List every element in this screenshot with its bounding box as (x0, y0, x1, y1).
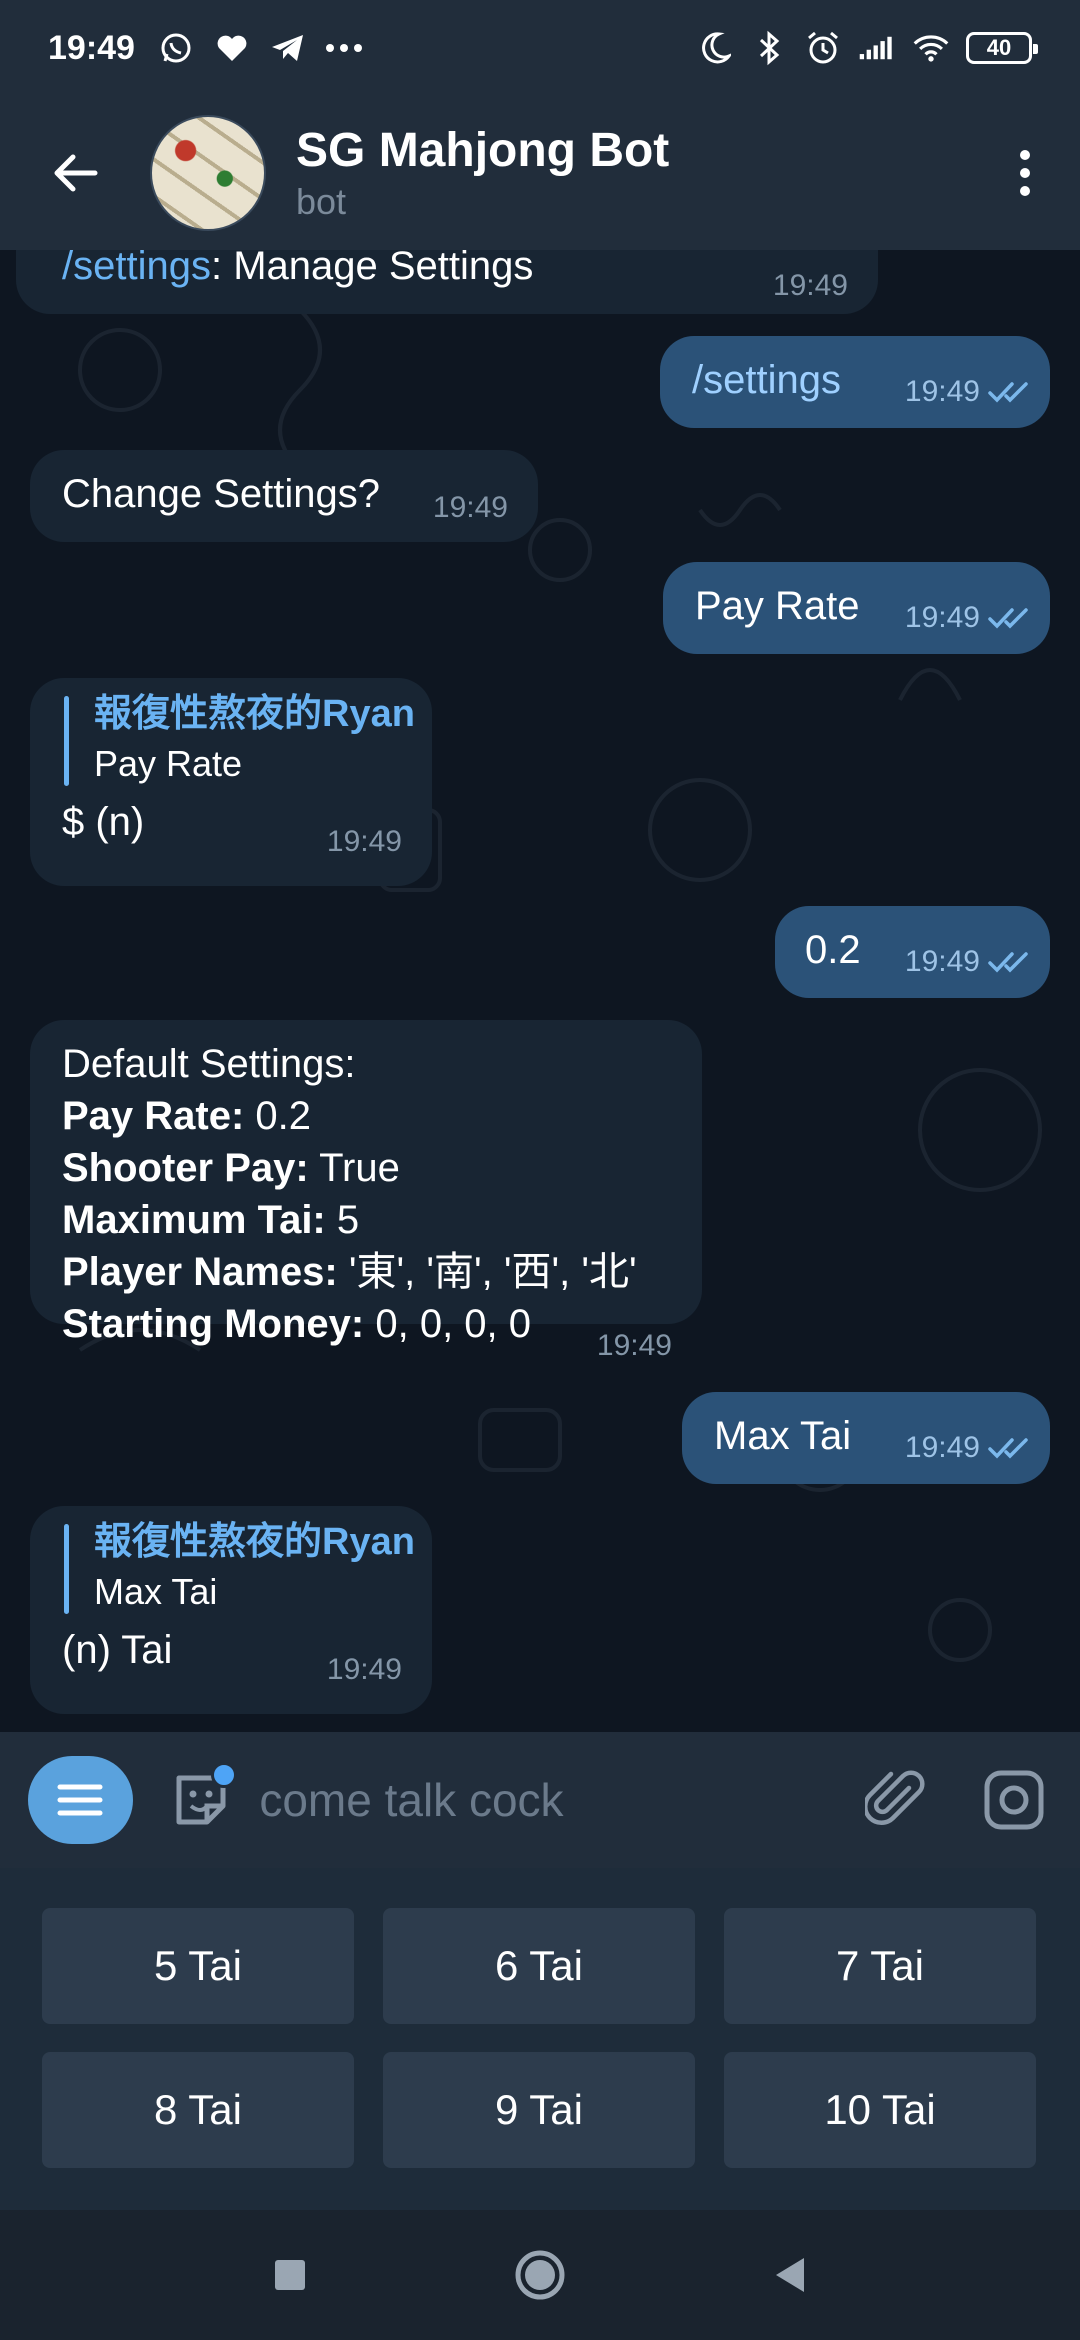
bot-menu-button[interactable] (28, 1756, 133, 1844)
command-link[interactable]: /settings (62, 250, 211, 288)
more-dots-icon (325, 29, 363, 67)
back-button[interactable] (0, 96, 150, 250)
message-time: 19:49 (326, 825, 402, 858)
message-time: 19:49 (772, 269, 848, 302)
message-text: Pay Rate (695, 584, 860, 628)
bot-reply-keyboard: 5 Tai 6 Tai 7 Tai 8 Tai 9 Tai 10 Tai (0, 1868, 1080, 2210)
keyboard-button-10-tai[interactable]: 10 Tai (724, 2052, 1036, 2168)
message-text: Max Tai (714, 1414, 852, 1458)
outgoing-message[interactable]: 0.2 19:49 (775, 906, 1050, 998)
avatar[interactable] (150, 115, 266, 231)
system-icons: 40 (696, 29, 1038, 67)
system-navigation-bar (0, 2210, 1080, 2340)
heart-icon (213, 29, 251, 67)
battery-level: 40 (986, 35, 1012, 60)
reply-quote-bar (64, 696, 69, 786)
setting-line: Maximum Tai: 5 (62, 1198, 360, 1242)
message-time: 19:49 (326, 1653, 402, 1686)
double-check-icon (988, 608, 1028, 629)
battery-icon: 40 (966, 32, 1038, 64)
square-icon (275, 2260, 305, 2290)
outgoing-message[interactable]: Pay Rate 19:49 (663, 562, 1050, 654)
paperclip-icon (865, 1770, 926, 1826)
message-composer (0, 1732, 1080, 1868)
message-time: 19:49 (596, 1329, 672, 1362)
incoming-message[interactable]: /settings: Manage Settings 19:49 (16, 250, 878, 314)
incoming-message[interactable]: Change Settings? 19:49 (30, 450, 538, 542)
reply-quote-bar (64, 1524, 69, 1614)
wifi-icon (912, 29, 950, 67)
keyboard-button-5-tai[interactable]: 5 Tai (42, 1908, 354, 2024)
double-check-icon (988, 382, 1028, 403)
vertical-dots-icon (1020, 150, 1030, 196)
status-bar: 19:49 40 (0, 0, 1080, 96)
message-input[interactable] (259, 1760, 858, 1840)
telegram-icon (269, 29, 307, 67)
circle-icon (515, 2250, 565, 2300)
double-check-icon (988, 952, 1028, 973)
message-time: 19:49 (905, 936, 1032, 988)
setting-line: Starting Money: 0, 0, 0, 0 (62, 1302, 532, 1346)
sticker-button[interactable] (163, 1760, 239, 1840)
message-time: 19:49 (905, 366, 1032, 418)
incoming-settings-message[interactable]: Default Settings: Pay Rate: 0.2 Shooter … (30, 1020, 702, 1362)
incoming-reply-message[interactable]: 報復性熬夜的Ryan Max Tai (n) Tai 19:49 (30, 1506, 432, 1714)
hamburger-icon (57, 1784, 103, 1816)
message-time: 19:49 (432, 491, 508, 524)
keyboard-button-9-tai[interactable]: 9 Tai (383, 2052, 695, 2168)
double-check-icon (988, 1438, 1028, 1459)
keyboard-button-7-tai[interactable]: 7 Tai (724, 1908, 1036, 2024)
outgoing-message[interactable]: Max Tai 19:49 (682, 1392, 1050, 1484)
home-button[interactable] (510, 2245, 570, 2305)
outgoing-message[interactable]: /settings 19:49 (660, 336, 1050, 428)
alarm-icon (804, 29, 842, 67)
keyboard-button-8-tai[interactable]: 8 Tai (42, 2052, 354, 2168)
status-time: 19:49 (48, 28, 135, 67)
signal-icon (858, 29, 896, 67)
setting-line: Shooter Pay: True (62, 1146, 400, 1190)
message-text: 0.2 (805, 928, 861, 972)
reply-author[interactable]: 報復性熬夜的Ryan (94, 1516, 415, 1568)
camera-icon (984, 1770, 1044, 1830)
message-list[interactable]: /settings: Manage Settings 19:49 /settin… (0, 250, 1080, 1732)
bluetooth-icon (750, 29, 788, 67)
system-back-button[interactable] (760, 2245, 820, 2305)
message-time: 19:49 (905, 592, 1032, 644)
chat-subtitle: bot (296, 181, 347, 222)
reply-quoted-text: Pay Rate (94, 743, 243, 784)
message-text: /settings: Manage Settings (62, 250, 533, 292)
whatsapp-icon (157, 29, 195, 67)
chat-title: SG Mahjong Bot (296, 124, 670, 177)
arrow-left-icon (54, 154, 98, 192)
new-sticker-badge (211, 1762, 238, 1788)
recents-button[interactable] (260, 2245, 320, 2305)
message-text: /settings (692, 358, 841, 402)
message-text: $ (n) (62, 800, 145, 844)
chat-title-block[interactable]: SG Mahjong Bot bot (296, 122, 669, 224)
setting-line: Player Names: '東', '南', '西', '北' (62, 1250, 637, 1294)
attach-button[interactable] (857, 1760, 933, 1840)
message-text: (n) Tai (62, 1628, 173, 1672)
keyboard-button-6-tai[interactable]: 6 Tai (383, 1908, 695, 2024)
more-options-button[interactable] (970, 96, 1080, 250)
chat-header: SG Mahjong Bot bot (0, 96, 1080, 250)
moon-icon (696, 29, 734, 67)
camera-button[interactable] (976, 1760, 1052, 1840)
settings-heading: Default Settings: (62, 1042, 356, 1086)
triangle-back-icon (776, 2258, 804, 2292)
notification-icons (157, 29, 363, 67)
message-text: Change Settings? (62, 472, 381, 516)
message-time: 19:49 (905, 1422, 1032, 1474)
incoming-reply-message[interactable]: 報復性熬夜的Ryan Pay Rate $ (n) 19:49 (30, 678, 432, 886)
setting-line: Pay Rate: 0.2 (62, 1094, 312, 1138)
reply-quoted-text: Max Tai (94, 1571, 218, 1612)
reply-author[interactable]: 報復性熬夜的Ryan (94, 688, 415, 740)
